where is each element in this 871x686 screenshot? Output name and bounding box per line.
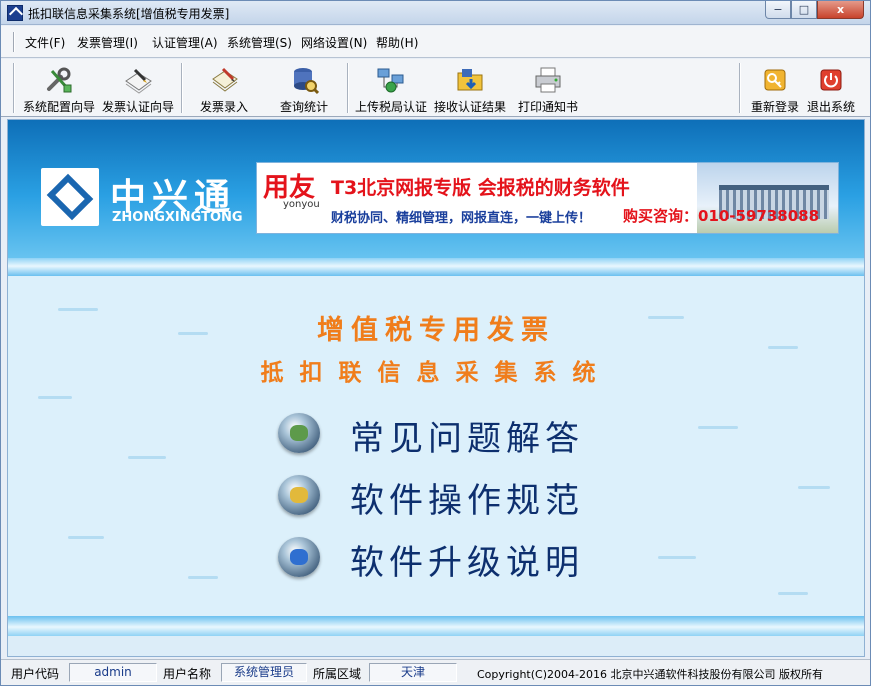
- ad-subtitle: 财税协同、精细管理，网报直连，一键上传！: [331, 211, 592, 226]
- upgrade-notes-link[interactable]: 软件升级说明: [278, 534, 618, 583]
- system-config-wizard-button[interactable]: 系统配置向导: [21, 63, 97, 115]
- faq-link[interactable]: 常见问题解答: [278, 410, 618, 459]
- toolbar: 系统配置向导 发票认证向导 发票录入 查询统计 上传税局认证 接收认证结果 打印…: [1, 59, 870, 117]
- database-search-icon: [294, 68, 319, 95]
- user-name-value: 系统管理员: [221, 663, 307, 682]
- invoice-certification-wizard-button[interactable]: 发票认证向导: [100, 63, 176, 115]
- background-dash: [658, 556, 696, 559]
- relogin-button[interactable]: 重新登录: [747, 63, 803, 115]
- ad-phone: 购买咨询：010-59738088: [623, 207, 820, 225]
- upload-tax-bureau-certification-button[interactable]: 上传税局认证: [353, 63, 429, 115]
- operation-guide-link[interactable]: 软件操作规范: [278, 472, 618, 521]
- minimize-button[interactable]: −: [765, 1, 791, 19]
- background-dash: [128, 456, 166, 459]
- toolbar-label: 接收认证结果: [433, 100, 506, 114]
- print-notice-button[interactable]: 打印通知书: [515, 63, 581, 115]
- guide-orb-icon: [278, 475, 320, 515]
- app-icon: [7, 5, 23, 21]
- background-dash: [38, 396, 72, 399]
- user-name-label: 用户名称: [163, 667, 212, 681]
- menu-system-management[interactable]: 系统管理(S): [227, 34, 292, 51]
- query-statistics-button[interactable]: 查询统计: [273, 63, 335, 115]
- background-dash: [188, 576, 218, 579]
- menu-invoice-management[interactable]: 发票管理(I): [77, 34, 138, 51]
- key-icon: [764, 69, 786, 91]
- toolbar-label: 上传税局认证: [354, 100, 427, 114]
- advertisement-banner[interactable]: 用友 yonyou T3北京网报专版 会报税的财务软件 财税协同、精细管理，网报…: [256, 162, 839, 234]
- toolbar-label: 退出系统: [806, 100, 855, 114]
- main-panel: 中兴通 ZHONGXINGTONG 用友 yonyou T3北京网报专版 会报税…: [7, 119, 865, 657]
- faq-link-label: 常见问题解答: [350, 419, 584, 459]
- brand-name-en: ZHONGXINGTONG: [112, 210, 243, 225]
- toolbar-separator: [739, 63, 741, 113]
- region-value: 天津: [369, 663, 457, 682]
- divider-stripe: [8, 616, 864, 636]
- receive-certification-results-button[interactable]: 接收认证结果: [432, 63, 508, 115]
- toolbar-label: 系统配置向导: [22, 100, 95, 114]
- toolbar-separator: [13, 63, 15, 113]
- toolbar-separator: [347, 63, 349, 113]
- window-title: 抵扣联信息采集系统[增值税专用发票]: [28, 7, 230, 21]
- menu-network-settings[interactable]: 网络设置(N): [301, 34, 367, 51]
- menu-bar: 文件(F) 发票管理(I) 认证管理(A) 系统管理(S) 网络设置(N) 帮助…: [1, 26, 870, 58]
- user-code-value: admin: [69, 663, 157, 682]
- system-heading-line2: 抵扣联信息采集系统: [260, 360, 612, 386]
- upgrade-notes-label: 软件升级说明: [350, 543, 584, 583]
- header-banner: 中兴通 ZHONGXINGTONG 用友 yonyou T3北京网报专版 会报税…: [8, 120, 864, 258]
- network-upload-icon: [377, 68, 404, 93]
- divider-stripe: [8, 258, 864, 276]
- toolbar-label: 发票录入: [199, 100, 248, 114]
- menu-certification-management[interactable]: 认证管理(A): [152, 34, 218, 51]
- menu-file[interactable]: 文件(F): [25, 34, 65, 51]
- documents-pen-icon: [125, 68, 152, 94]
- status-bar: 用户代码 admin 用户名称 系统管理员 所属区域 天津 Copyright(…: [1, 659, 870, 685]
- background-dash: [798, 486, 830, 489]
- toolbar-separator: [181, 63, 183, 113]
- background-dash: [698, 426, 738, 429]
- upgrade-orb-icon: [278, 537, 320, 577]
- operation-guide-label: 软件操作规范: [350, 481, 584, 521]
- copyright-text: Copyright(C)2004-2016 北京中兴通软件科技股份有限公司 版权…: [477, 668, 823, 681]
- toolbar-label: 发票认证向导: [101, 100, 174, 114]
- system-heading-line1: 增值税专用发票: [317, 315, 555, 346]
- exit-system-button[interactable]: 退出系统: [803, 63, 859, 115]
- faq-orb-icon: [278, 413, 320, 453]
- notebook-pen-icon: [212, 67, 238, 92]
- background-dash: [778, 592, 808, 595]
- application-window: 抵扣联信息采集系统[增值税专用发票] − □ x 文件(F) 发票管理(I) 认…: [0, 0, 871, 686]
- maximize-button[interactable]: □: [791, 1, 817, 19]
- toolbar-label: 查询统计: [279, 100, 328, 114]
- user-code-label: 用户代码: [11, 667, 60, 681]
- ad-title: T3北京网报专版 会报税的财务软件: [331, 177, 630, 199]
- background-dash: [68, 536, 104, 539]
- toolbar-label: 打印通知书: [517, 100, 578, 114]
- region-label: 所属区域: [313, 667, 362, 681]
- menu-grip: [13, 32, 15, 52]
- footer-area: [8, 636, 864, 656]
- folder-receive-icon: [457, 69, 483, 91]
- close-button[interactable]: x: [817, 1, 864, 19]
- power-exit-icon: [820, 69, 842, 91]
- invoice-entry-button[interactable]: 发票录入: [193, 63, 255, 115]
- toolbar-label: 重新登录: [750, 100, 799, 114]
- wrench-tools-icon: [47, 67, 72, 93]
- title-bar: 抵扣联信息采集系统[增值税专用发票] − □ x: [1, 1, 870, 25]
- menu-help[interactable]: 帮助(H): [376, 34, 418, 51]
- company-logo: [41, 168, 99, 226]
- ad-brand-sub: yonyou: [283, 199, 320, 210]
- printer-icon: [535, 67, 561, 93]
